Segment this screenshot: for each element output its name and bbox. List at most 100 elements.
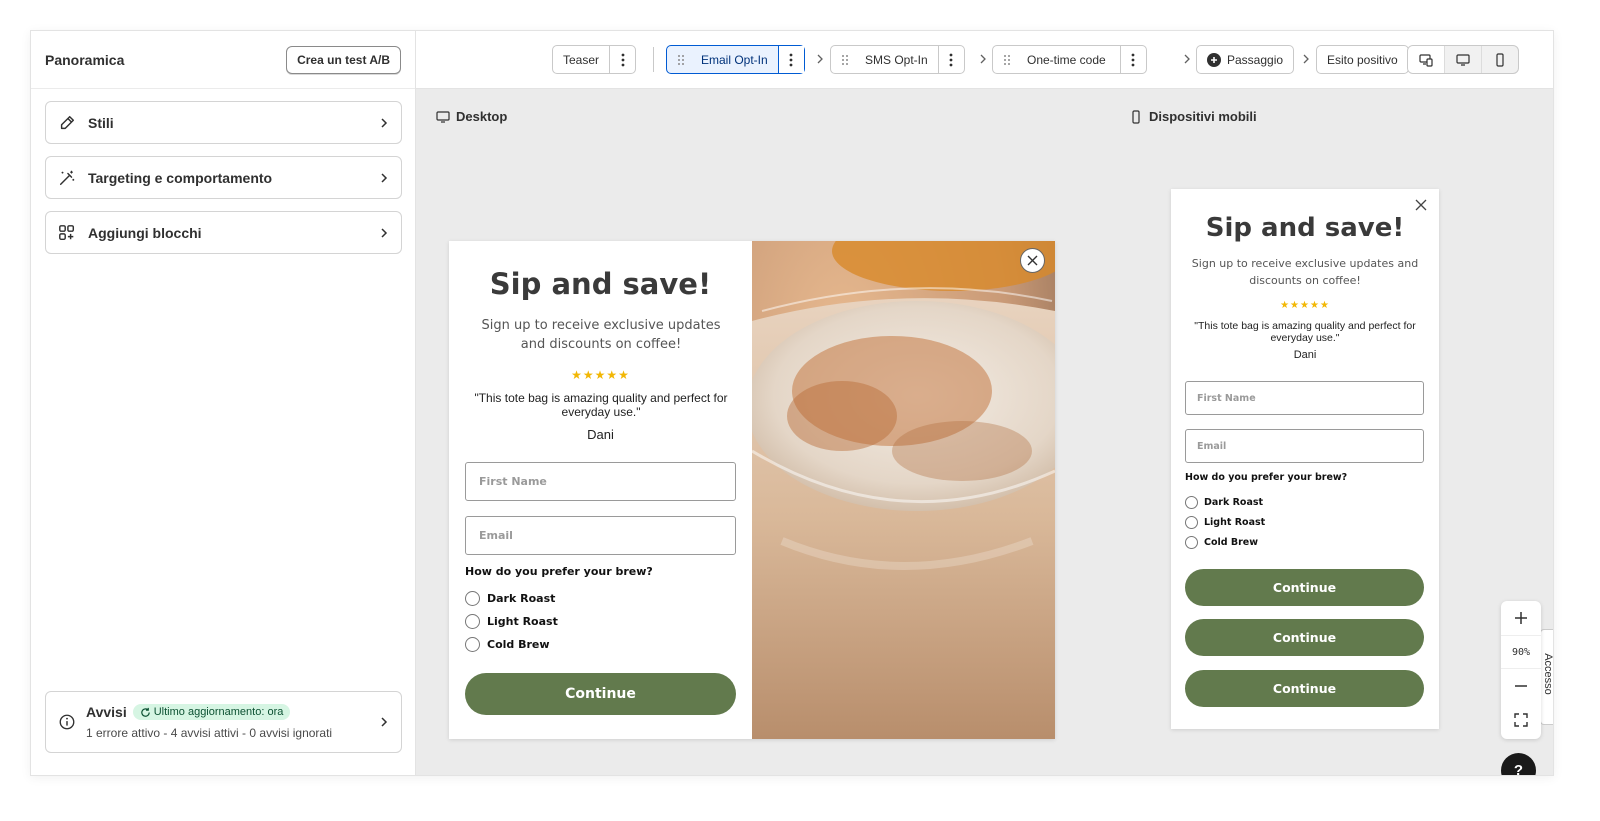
step-success[interactable]: Esito positivo <box>1316 45 1409 74</box>
view-desktop-button[interactable] <box>1445 46 1482 73</box>
desktop-popup: Sip and save! Sign up to receive exclusi… <box>449 241 1055 739</box>
view-mobile-button[interactable] <box>1482 46 1518 73</box>
radio-circle[interactable] <box>1185 496 1198 509</box>
radio-circle[interactable] <box>1185 536 1198 549</box>
radio-circle[interactable] <box>465 637 480 652</box>
mobile-icon <box>1496 52 1504 67</box>
testimonial-author: Dani <box>1293 349 1317 361</box>
caption-label: Desktop <box>456 109 508 124</box>
alerts-text: Avvisi Ultimo aggiornamento: ora 1 error… <box>86 704 379 740</box>
side-tab[interactable]: Accesso <box>1540 629 1553 725</box>
ab-test-button[interactable]: Crea un test A/B <box>286 45 401 74</box>
mobile-icon <box>1132 109 1140 124</box>
option-label: Dark Roast <box>487 592 556 605</box>
step-main[interactable]: Esito positivo <box>1317 46 1408 73</box>
mobile-caption: Dispositivi mobili <box>1129 109 1257 124</box>
step-main[interactable]: Teaser <box>553 46 609 73</box>
radio-light-roast[interactable]: Light Roast <box>465 614 558 629</box>
badge-label: Ultimo aggiornamento: ora <box>153 706 284 718</box>
step-main[interactable]: Email Opt-In <box>667 46 778 73</box>
help-button[interactable]: ? <box>1501 753 1536 775</box>
step-toolbar: Teaser Email Opt-In SMS Opt-In One-time … <box>416 31 1553 89</box>
magic-wand-icon <box>59 170 75 185</box>
drag-handle-icon[interactable] <box>677 54 685 66</box>
continue-button[interactable]: Continue <box>1185 619 1424 656</box>
step-menu-button[interactable] <box>1119 46 1146 73</box>
alerts-panel[interactable]: Avvisi Ultimo aggiornamento: ora 1 error… <box>45 691 402 753</box>
step-menu-button[interactable] <box>609 46 635 73</box>
caption-label: Dispositivi mobili <box>1149 109 1257 124</box>
step-email-opt-in[interactable]: Email Opt-In <box>666 45 805 74</box>
left-header: Panoramica Crea un test A/B <box>31 31 415 89</box>
close-icon <box>1027 255 1038 266</box>
step-one-time-code[interactable]: One-time code <box>992 45 1147 74</box>
continue-button[interactable]: Continue <box>1185 569 1424 606</box>
testimonial-author: Dani <box>587 427 614 442</box>
zoom-level: 90% <box>1501 635 1541 669</box>
radio-cold-brew[interactable]: Cold Brew <box>1185 536 1258 549</box>
drag-handle-icon[interactable] <box>1003 54 1011 66</box>
desktop-icon <box>436 110 450 123</box>
step-main[interactable]: SMS Opt-In <box>831 46 938 73</box>
more-vertical-icon <box>1131 53 1135 66</box>
popup-form: Sip and save! Sign up to receive exclusi… <box>449 241 752 739</box>
paint-brush-icon <box>60 115 75 129</box>
plus-circle-icon <box>1207 52 1221 67</box>
email-input[interactable]: Email <box>465 516 736 555</box>
first-name-input[interactable]: First Name <box>1185 381 1424 415</box>
option-label: Cold Brew <box>487 638 550 651</box>
refresh-icon <box>141 707 150 717</box>
step-main[interactable]: One-time code <box>993 46 1120 73</box>
coffee-image <box>752 241 1055 739</box>
zoom-in-button[interactable] <box>1501 601 1541 635</box>
zoom-out-button[interactable] <box>1501 669 1541 703</box>
continue-button[interactable]: Continue <box>465 673 736 715</box>
close-button[interactable] <box>1413 197 1429 213</box>
step-label: Esito positivo <box>1327 52 1398 67</box>
step-menu-button[interactable] <box>777 46 804 73</box>
first-name-input[interactable]: First Name <box>465 462 736 501</box>
continue-button[interactable]: Continue <box>1185 670 1424 707</box>
accordion-label: Targeting e comportamento <box>88 169 273 186</box>
add-step-button[interactable]: Passaggio <box>1196 45 1295 74</box>
option-label: Dark Roast <box>1204 497 1264 508</box>
radio-circle[interactable] <box>1185 516 1198 529</box>
chevron-right-icon <box>381 117 388 128</box>
latte-photo <box>752 241 1055 739</box>
accordion-targeting[interactable]: Targeting e comportamento <box>45 156 402 199</box>
fullscreen-button[interactable] <box>1501 703 1541 737</box>
chevron-right-icon <box>980 54 986 64</box>
step-label: Passaggio <box>1227 52 1284 67</box>
radio-circle[interactable] <box>465 591 480 606</box>
accordion-styles[interactable]: Stili <box>45 101 402 144</box>
option-label: Light Roast <box>1204 517 1266 528</box>
step-menu-button[interactable] <box>937 46 964 73</box>
chevron-right-icon <box>381 717 388 727</box>
radio-circle[interactable] <box>465 614 480 629</box>
testimonial-quote: "This tote bag is amazing quality and pe… <box>474 391 728 419</box>
close-button[interactable] <box>1020 248 1045 273</box>
step-sms-opt-in[interactable]: SMS Opt-In <box>830 45 965 74</box>
left-panel: Panoramica Crea un test A/B Stili Target… <box>31 31 416 775</box>
view-both-button[interactable] <box>1408 46 1445 73</box>
blocks-icon <box>59 224 75 240</box>
radio-dark-roast[interactable]: Dark Roast <box>465 591 555 606</box>
fullscreen-icon <box>1514 713 1528 727</box>
option-label: Cold Brew <box>1204 537 1259 548</box>
accordion-label: Stili <box>88 114 114 131</box>
rating-stars: ★★★★★ <box>571 368 630 382</box>
drag-handle-icon[interactable] <box>841 54 849 66</box>
mobile-popup: Sip and save! Sign up to receive exclusi… <box>1171 189 1439 729</box>
step-label: One-time code <box>1027 52 1106 67</box>
desktop-mobile-icon <box>1419 53 1433 67</box>
accordion-add-blocks[interactable]: Aggiungi blocchi <box>45 211 402 254</box>
more-vertical-icon <box>621 53 624 66</box>
radio-light-roast[interactable]: Light Roast <box>1185 516 1265 529</box>
radio-cold-brew[interactable]: Cold Brew <box>465 637 550 652</box>
step-teaser[interactable]: Teaser <box>552 45 637 74</box>
chevron-right-icon <box>817 54 823 64</box>
radio-dark-roast[interactable]: Dark Roast <box>1185 496 1263 509</box>
email-input[interactable]: Email <box>1185 429 1424 463</box>
step-main[interactable]: Passaggio <box>1197 46 1293 73</box>
brew-question: How do you prefer your brew? <box>1185 472 1348 483</box>
